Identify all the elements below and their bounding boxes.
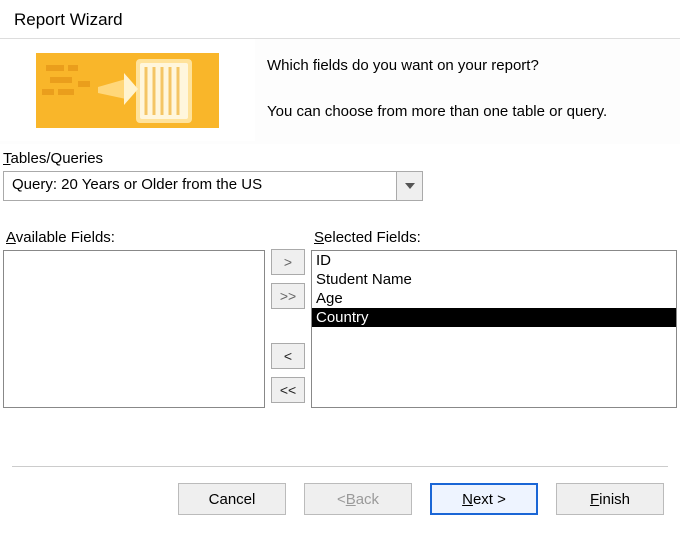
- finish-button[interactable]: Finish: [556, 483, 664, 515]
- prompt-line-2: You can choose from more than one table …: [267, 99, 607, 125]
- footer-separator: [12, 466, 668, 467]
- tables-queries-combo[interactable]: Query: 20 Years or Older from the US: [3, 171, 423, 201]
- prompt-line-1: Which fields do you want on your report?: [267, 53, 607, 79]
- add-field-button[interactable]: >: [271, 249, 305, 275]
- tables-queries-value: Query: 20 Years or Older from the US: [4, 172, 396, 200]
- remove-field-button[interactable]: <: [271, 343, 305, 369]
- wizard-graphic: [0, 39, 255, 141]
- report-wizard-icon: [36, 53, 219, 128]
- remove-all-fields-button[interactable]: <<: [271, 377, 305, 403]
- add-all-fields-button[interactable]: >>: [271, 283, 305, 309]
- chevron-down-icon: [405, 183, 415, 189]
- available-fields-list[interactable]: [3, 250, 265, 408]
- cancel-button[interactable]: Cancel: [178, 483, 286, 515]
- list-item[interactable]: ID: [312, 251, 676, 270]
- wizard-header: Which fields do you want on your report?…: [0, 38, 680, 144]
- list-item[interactable]: Country: [312, 308, 676, 327]
- list-item[interactable]: Age: [312, 289, 676, 308]
- wizard-footer: Cancel < Back Next > Finish: [0, 450, 680, 535]
- next-button[interactable]: Next >: [430, 483, 538, 515]
- back-button[interactable]: < Back: [304, 483, 412, 515]
- window-title: Report Wizard: [0, 0, 680, 38]
- combo-dropdown-button[interactable]: [396, 172, 422, 200]
- available-fields-label: Available Fields:: [6, 229, 265, 246]
- wizard-prompt: Which fields do you want on your report?…: [255, 39, 619, 144]
- selected-fields-label: Selected Fields:: [314, 229, 677, 246]
- selected-fields-list[interactable]: IDStudent NameAgeCountry: [311, 250, 677, 408]
- tables-queries-label: Tables/Queries: [3, 150, 680, 167]
- list-item[interactable]: Student Name: [312, 270, 676, 289]
